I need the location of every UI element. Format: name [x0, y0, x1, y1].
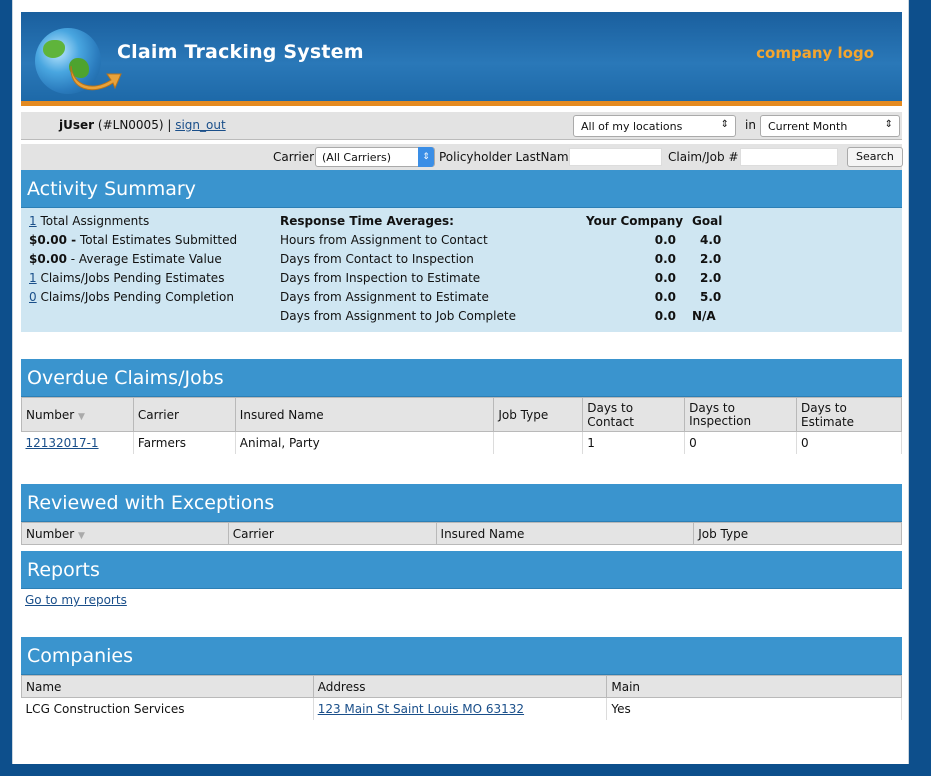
table-cell: Farmers: [133, 431, 236, 454]
response-row-goal: 2.0: [700, 271, 722, 285]
column-carrier[interactable]: Carrier: [227, 522, 437, 545]
stat-average-estimate: $0.00 - Average Estimate Value: [29, 252, 222, 266]
header-banner: Claim Tracking System company logo: [21, 12, 902, 106]
company-address-link[interactable]: 123 Main St Saint Louis MO 63132: [318, 702, 524, 716]
policyholder-input[interactable]: [569, 148, 662, 166]
policyholder-label: Policyholder LastName: [439, 150, 576, 164]
response-row-label: Days from Assignment to Estimate: [280, 290, 489, 304]
companies-table: Name Address Main LCG Construction Servi…: [21, 675, 902, 720]
location-select-value: All of my locations: [581, 120, 683, 133]
response-row-label: Days from Inspection to Estimate: [280, 271, 481, 285]
carrier-label: Carrier: [273, 150, 315, 164]
column-carrier[interactable]: Carrier: [132, 397, 236, 432]
column-days-to-contact[interactable]: Days to Contact: [582, 397, 686, 432]
page-content: Claim Tracking System company logo jUser…: [21, 12, 903, 720]
response-row-label: Days from Assignment to Job Complete: [280, 309, 516, 323]
response-row-goal: 5.0: [700, 290, 722, 304]
overdue-claims-header: Overdue Claims/Jobs: [21, 359, 902, 397]
column-days-to-inspection[interactable]: Days to Inspection: [684, 397, 798, 432]
stat-total-assignments: 1 Total Assignments: [29, 214, 150, 228]
claim-job-input[interactable]: [740, 148, 838, 166]
banner-stripe: [21, 101, 902, 106]
stat-pending-completion: 0 Claims/Jobs Pending Completion: [29, 290, 234, 304]
table-cell: 1: [582, 431, 686, 454]
stat-total-estimates: $0.00 - Total Estimates Submitted: [29, 233, 238, 247]
user-info: jUser (#LN0005) | sign_out: [59, 118, 226, 132]
stat-pending-estimates: 1 Claims/Jobs Pending Estimates: [29, 271, 225, 285]
response-row-company: 0.0: [654, 290, 676, 304]
column-address[interactable]: Address: [312, 675, 608, 698]
goal-header: Goal: [692, 214, 723, 228]
column-insured-name[interactable]: Insured Name: [234, 397, 495, 432]
total-assignments-link[interactable]: 1: [29, 214, 37, 228]
table-cell: 0: [684, 431, 798, 454]
carrier-select-value: (All Carriers): [322, 151, 392, 164]
table-cell: [493, 431, 584, 454]
activity-summary-header: Activity Summary: [21, 170, 902, 208]
column-job-type[interactable]: Job Type: [693, 522, 902, 545]
response-row-company: 0.0: [654, 309, 676, 323]
sign-out-link[interactable]: sign_out: [175, 118, 225, 132]
in-label: in: [745, 118, 756, 132]
pending-completion-link[interactable]: 0: [29, 290, 37, 304]
response-row-company: 0.0: [654, 271, 676, 285]
overdue-claims-table: Number ▼ Carrier Insured Name Job Type D…: [21, 397, 902, 454]
reports-body: Go to my reports: [21, 589, 902, 611]
column-insured-name[interactable]: Insured Name: [435, 522, 695, 545]
select-arrows-icon: ⇕: [884, 119, 893, 130]
location-select[interactable]: All of my locations ⇕: [573, 115, 736, 137]
column-number[interactable]: Number ▼: [21, 522, 229, 545]
reviewed-exceptions-table: Number ▼ Carrier Insured Name Job Type: [21, 522, 902, 545]
table-cell: Animal, Party: [235, 431, 495, 454]
your-company-header: Your Company: [586, 214, 684, 228]
username: jUser: [59, 118, 95, 132]
response-row-label: Days from Contact to Inspection: [280, 252, 474, 266]
response-row-goal: 2.0: [700, 252, 722, 266]
sort-down-icon: ▼: [78, 530, 85, 541]
table-cell: 0: [796, 431, 902, 454]
claim-job-label: Claim/Job #: [668, 150, 739, 164]
table-cell: Yes: [606, 697, 902, 720]
user-id: (#LN0005): [97, 118, 164, 132]
go-to-reports-link[interactable]: Go to my reports: [25, 593, 127, 607]
separator: |: [167, 118, 172, 132]
table-row: 12132017-1 Farmers Animal, Party 1 0 0: [21, 431, 902, 454]
response-row-company: 0.0: [654, 252, 676, 266]
column-days-to-estimate[interactable]: Days to Estimate: [796, 397, 902, 432]
column-main[interactable]: Main: [606, 675, 902, 698]
column-job-type[interactable]: Job Type: [493, 397, 584, 432]
response-row-label: Hours from Assignment to Contact: [280, 233, 488, 247]
period-select[interactable]: Current Month ⇕: [760, 115, 900, 137]
response-row-goal: N/A: [692, 309, 716, 323]
filter-bar: Carrier (All Carriers) ⇕ Policyholder La…: [21, 144, 903, 170]
sort-down-icon: ▼: [78, 411, 85, 422]
column-name[interactable]: Name: [21, 675, 314, 698]
select-arrows-icon: ⇕: [418, 147, 434, 167]
search-button[interactable]: Search: [847, 147, 903, 167]
carrier-select[interactable]: (All Carriers) ⇕: [315, 147, 435, 167]
period-select-value: Current Month: [768, 120, 848, 133]
activity-summary: 1 Total Assignments $0.00 - Total Estima…: [21, 208, 902, 332]
companies-header: Companies: [21, 637, 902, 675]
response-row-company: 0.0: [654, 233, 676, 247]
response-times-header: Response Time Averages:: [280, 214, 454, 228]
table-cell: LCG Construction Services: [21, 697, 314, 720]
pending-estimates-link[interactable]: 1: [29, 271, 37, 285]
reports-header: Reports: [21, 551, 902, 589]
user-bar: jUser (#LN0005) | sign_out All of my loc…: [21, 112, 902, 140]
reviewed-exceptions-header: Reviewed with Exceptions: [21, 484, 902, 522]
page-frame: Claim Tracking System company logo jUser…: [12, 0, 909, 764]
select-arrows-icon: ⇕: [720, 119, 729, 130]
company-logo: company logo: [756, 44, 874, 62]
column-number[interactable]: Number ▼: [21, 397, 134, 432]
response-row-goal: 4.0: [700, 233, 722, 247]
table-row: LCG Construction Services 123 Main St Sa…: [21, 697, 902, 720]
claim-number-link[interactable]: 12132017-1: [26, 436, 99, 450]
app-title: Claim Tracking System: [117, 41, 364, 63]
orange-arrow-icon: [70, 65, 122, 91]
